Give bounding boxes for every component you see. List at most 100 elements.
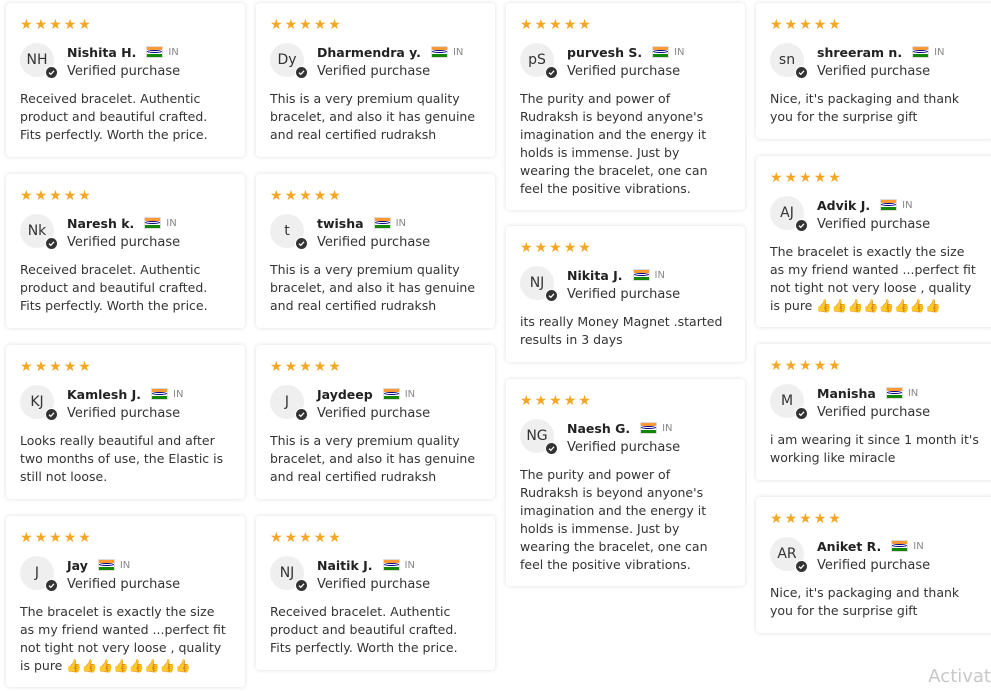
country-code: IN <box>452 46 464 58</box>
avatar: pS <box>520 43 558 79</box>
star-icon: ★ <box>534 17 548 33</box>
verified-purchase-label: Verified purchase <box>817 405 931 420</box>
review-text: i am wearing it since 1 month it's worki… <box>770 432 979 465</box>
star-icon: ★ <box>784 170 798 186</box>
star-rating: ★ ★ ★ ★ ★ <box>270 17 481 33</box>
india-flag-icon <box>151 388 168 400</box>
star-rating: ★ ★ ★ ★ ★ <box>270 188 481 204</box>
star-icon: ★ <box>34 359 48 375</box>
review-text: its really Money Magnet .started results… <box>520 314 723 347</box>
reviewer-name: shreeram n. <box>817 44 903 60</box>
india-flag-icon <box>382 559 400 571</box>
verified-check-icon <box>295 579 308 592</box>
star-icon: ★ <box>520 17 533 33</box>
avatar: NG <box>520 419 558 455</box>
india-flag-icon <box>640 422 658 434</box>
verified-check-icon <box>295 237 308 250</box>
star-icon: ★ <box>578 240 591 256</box>
review-card: ★ ★ ★ ★ ★ NJ Nikita J. IN Verified purchase i… <box>506 226 745 362</box>
verified-check-icon <box>795 560 808 573</box>
verified-check-icon <box>545 442 558 455</box>
review-text: Nice, it's packaging and thank you for t… <box>770 585 960 618</box>
review-text: Received bracelet. Authentic product and… <box>20 91 208 142</box>
star-icon: ★ <box>78 17 91 33</box>
star-icon: ★ <box>828 17 841 33</box>
star-icon: ★ <box>284 17 298 33</box>
review-text: The bracelet is exactly the size as my f… <box>770 244 976 313</box>
reviewer-name: Naitik J. <box>317 557 373 573</box>
reviewer-name: Dharmendra y. <box>317 44 421 60</box>
review-text: Looks really beautiful and after two mon… <box>20 433 224 484</box>
star-icon: ★ <box>49 188 62 204</box>
avatar: KJ <box>20 385 58 421</box>
star-rating: ★ ★ ★ ★ ★ <box>20 359 231 375</box>
reviewer-name: Kamlesh J. <box>67 386 141 402</box>
star-rating: ★ ★ ★ ★ ★ <box>270 530 481 546</box>
star-icon: ★ <box>20 188 33 204</box>
avatar: t <box>270 214 308 250</box>
review-card: ★ ★ ★ ★ ★ J Jaydeep IN Verified purchase This… <box>256 345 495 499</box>
reviewer-name: Jay <box>67 557 88 573</box>
star-icon: ★ <box>784 511 798 527</box>
star-icon: ★ <box>270 188 283 204</box>
star-icon: ★ <box>328 17 341 33</box>
star-icon: ★ <box>578 17 591 33</box>
avatar: NJ <box>270 556 308 592</box>
star-icon: ★ <box>549 17 562 33</box>
star-icon: ★ <box>799 17 812 33</box>
review-text: The purity and power of Rudraksh is beyo… <box>520 467 708 572</box>
country-code: IN <box>934 46 945 58</box>
verified-purchase-label: Verified purchase <box>817 558 931 573</box>
country-code: IN <box>404 388 416 400</box>
india-flag-icon <box>146 46 164 58</box>
star-icon: ★ <box>770 17 783 33</box>
star-icon: ★ <box>328 359 341 375</box>
reviewer-name: Naresh k. <box>67 215 135 231</box>
star-icon: ★ <box>813 511 827 527</box>
star-icon: ★ <box>63 188 77 204</box>
review-card: ★ ★ ★ ★ ★ NH Nishita H. IN Verified purchase … <box>6 3 245 157</box>
star-icon: ★ <box>799 170 812 186</box>
review-card: ★ ★ ★ ★ ★ t twisha IN Verified purchase This … <box>256 174 495 328</box>
review-card: ★ ★ ★ ★ ★ KJ Kamlesh J. IN Verified purchase … <box>6 345 245 499</box>
review-card: ★ ★ ★ ★ ★ Dy Dharmendra y. IN Verified purcha… <box>256 3 495 157</box>
star-rating: ★ ★ ★ ★ ★ <box>270 359 481 375</box>
avatar: AR <box>770 537 808 573</box>
star-rating: ★ ★ ★ ★ ★ <box>770 511 981 527</box>
star-icon: ★ <box>78 530 91 546</box>
verified-check-icon <box>295 66 308 79</box>
india-flag-icon <box>912 46 930 58</box>
country-code: IN <box>168 46 179 58</box>
review-card: ★ ★ ★ ★ ★ AR Aniket R. IN Verified purchase N… <box>756 497 991 633</box>
verified-purchase-label: Verified purchase <box>317 235 431 250</box>
verified-purchase-label: Verified purchase <box>817 64 931 79</box>
star-rating: ★ ★ ★ ★ ★ <box>520 17 731 33</box>
country-code: IN <box>119 559 131 571</box>
star-icon: ★ <box>549 240 562 256</box>
star-icon: ★ <box>49 17 62 33</box>
star-icon: ★ <box>549 393 562 409</box>
verified-check-icon <box>545 289 558 302</box>
avatar: J <box>20 556 58 592</box>
activation-watermark: Activat <box>928 666 991 687</box>
star-icon: ★ <box>299 359 312 375</box>
star-icon: ★ <box>828 170 841 186</box>
star-icon: ★ <box>328 530 341 546</box>
star-icon: ★ <box>34 530 48 546</box>
star-icon: ★ <box>770 358 783 374</box>
star-icon: ★ <box>534 393 548 409</box>
verified-purchase-label: Verified purchase <box>317 64 431 79</box>
star-icon: ★ <box>770 511 783 527</box>
star-icon: ★ <box>63 530 77 546</box>
star-icon: ★ <box>34 188 48 204</box>
star-rating: ★ ★ ★ ★ ★ <box>520 240 731 256</box>
star-icon: ★ <box>578 393 591 409</box>
star-icon: ★ <box>299 530 312 546</box>
verified-check-icon <box>45 408 58 421</box>
star-icon: ★ <box>313 17 327 33</box>
reviewer-name: twisha <box>317 215 364 231</box>
star-icon: ★ <box>813 358 827 374</box>
reviewer-name: Nikita J. <box>567 267 623 283</box>
verified-check-icon <box>295 408 308 421</box>
star-icon: ★ <box>299 188 312 204</box>
